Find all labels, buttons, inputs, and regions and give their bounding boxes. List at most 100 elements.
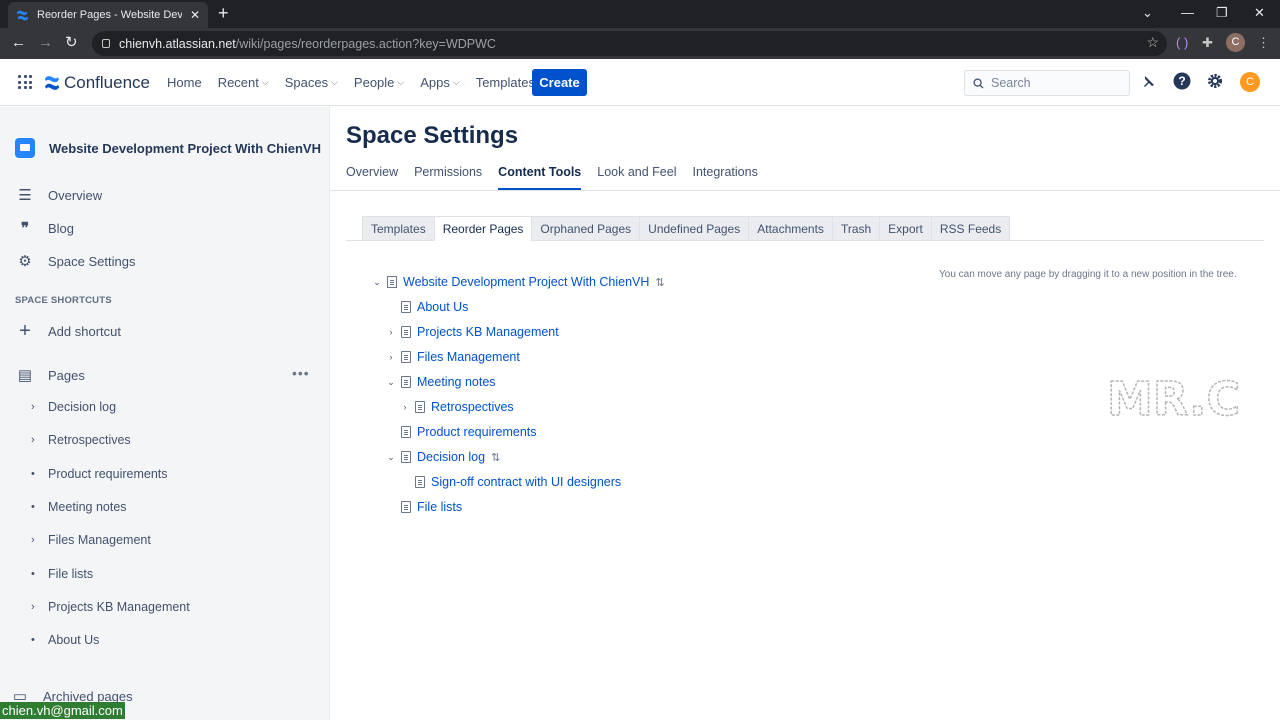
subtab-undefined-pages[interactable]: Undefined Pages [639, 216, 749, 241]
browser-tab[interactable]: Reorder Pages - Website Develop ✕ [8, 2, 208, 28]
create-button[interactable]: Create [532, 69, 587, 96]
sidebar-page-projects-kb-management[interactable]: › Projects KB Management [31, 600, 190, 614]
user-avatar[interactable]: C [1240, 72, 1260, 92]
close-tab-icon[interactable]: ✕ [190, 8, 200, 22]
notifications-icon[interactable] [1141, 73, 1157, 89]
space-name: Website Development Project With ChienVH [49, 140, 321, 156]
page-icon [401, 326, 411, 338]
back-icon[interactable]: ← [11, 34, 26, 52]
sidebar-page-decision-log[interactable]: › Decision log [31, 400, 116, 414]
subtab-templates[interactable]: Templates [362, 216, 434, 241]
tree-node-product-requirements[interactable]: Product requirements [387, 425, 537, 439]
tree-node-projects-kb-management[interactable]: › Projects KB Management [387, 325, 559, 339]
settings-gear-icon[interactable] [1206, 72, 1224, 90]
tree-node-decision-log[interactable]: ⌄ Decision log ⇅ [387, 450, 500, 464]
space-header[interactable]: Website Development Project With ChienVH [15, 138, 321, 158]
sidebar-page-meeting-notes[interactable]: • Meeting notes [31, 500, 127, 514]
page-icon [415, 401, 425, 413]
chevron-right-icon[interactable]: › [31, 601, 48, 613]
lock-icon [102, 39, 110, 48]
sidebar-item-pages[interactable]: ▤ Pages [16, 366, 85, 384]
tree-node-file-lists[interactable]: File lists [387, 500, 462, 514]
chevron-right-icon[interactable]: › [31, 401, 48, 413]
bookmark-star-icon[interactable]: ☆ [1146, 34, 1159, 51]
pages-icon: ▤ [17, 367, 33, 384]
browser-toolbar: ← → ↻ chienvh.atlassian.net/wiki/pages/r… [0, 28, 1280, 59]
browser-menu-icon[interactable]: ⋮ [1257, 35, 1270, 51]
chevron-down-icon: ⌵ [331, 77, 338, 87]
minimize-icon[interactable]: — [1181, 5, 1194, 20]
sidebar-page-retrospectives[interactable]: › Retrospectives [31, 433, 131, 447]
subtab-attachments[interactable]: Attachments [748, 216, 832, 241]
sidebar-page-file-lists[interactable]: • File lists [31, 567, 93, 581]
url-path: /wiki/pages/reorderpages.action?key=WDPW… [235, 36, 496, 51]
nav-recent[interactable]: Recent ⌵ [218, 75, 269, 90]
chevron-down-icon[interactable]: ⌄ [387, 377, 395, 388]
reorder-hint: You can move any page by dragging it to … [939, 269, 1237, 280]
chevron-right-icon[interactable]: › [31, 434, 48, 446]
nav-templates[interactable]: Templates [476, 75, 535, 90]
chevron-down-icon[interactable]: ⌄ [387, 452, 395, 463]
chevron-down-icon: ⌵ [261, 77, 269, 87]
add-shortcut-button[interactable]: + Add shortcut [16, 320, 121, 343]
window-close-icon[interactable]: ✕ [1254, 5, 1265, 21]
subtab-export[interactable]: Export [879, 216, 931, 241]
subtab-reorder-pages[interactable]: Reorder Pages [433, 216, 532, 241]
tree-node-sign-off-contract[interactable]: Sign-off contract with UI designers [401, 475, 621, 489]
more-options-icon[interactable]: ••• [292, 365, 310, 381]
extensions-puzzle-icon[interactable]: ✚ [1202, 35, 1213, 51]
tab-overview[interactable]: Overview [346, 165, 398, 190]
tab-permissions[interactable]: Permissions [414, 165, 482, 190]
bullet-icon: • [31, 468, 35, 480]
confluence-logo[interactable]: Confluence [44, 73, 150, 93]
address-bar[interactable]: chienvh.atlassian.net/wiki/pages/reorder… [92, 31, 1167, 56]
sidebar-item-space-settings[interactable]: ⚙ Space Settings [16, 252, 135, 270]
sort-alphabetical-icon[interactable]: ⇅ [491, 451, 500, 464]
search-placeholder: Search [991, 76, 1031, 90]
tree-node-retrospectives[interactable]: › Retrospectives [401, 400, 514, 414]
app-switcher-icon[interactable] [18, 75, 32, 89]
subtab-orphaned-pages[interactable]: Orphaned Pages [531, 216, 640, 241]
chevron-right-icon[interactable]: › [387, 352, 395, 362]
subtab-trash[interactable]: Trash [831, 216, 880, 241]
bullet-icon: • [31, 568, 35, 580]
confluence-logo-icon [44, 76, 60, 90]
overview-icon: ☰ [18, 187, 32, 204]
content-tools-subtabs: Templates Reorder Pages Orphaned Pages U… [362, 216, 1011, 241]
nav-apps[interactable]: Apps ⌵ [420, 75, 459, 90]
reload-icon[interactable]: ↻ [65, 34, 78, 52]
sidebar-page-files-management[interactable]: › Files Management [31, 533, 151, 547]
nav-people[interactable]: People ⌵ [354, 75, 404, 90]
sidebar-page-product-requirements[interactable]: • Product requirements [31, 467, 168, 481]
chevron-down-icon[interactable]: ⌄ [373, 277, 381, 288]
browser-profile-avatar[interactable]: C [1226, 33, 1245, 52]
new-tab-icon[interactable]: + [218, 4, 229, 22]
sidebar-item-overview[interactable]: ☰ Overview [16, 186, 102, 204]
tab-content-tools[interactable]: Content Tools [498, 165, 582, 190]
tab-search-icon[interactable]: ⌄ [1142, 5, 1153, 21]
nav-spaces[interactable]: Spaces ⌵ [285, 75, 338, 90]
search-input[interactable]: Search [964, 70, 1130, 96]
forward-icon[interactable]: → [38, 34, 53, 52]
watermark-logo: MR.C [1106, 371, 1240, 425]
gear-icon: ⚙ [18, 253, 32, 270]
sort-alphabetical-icon[interactable]: ⇅ [655, 276, 664, 289]
nav-home[interactable]: Home [167, 75, 202, 90]
tree-node-about-us[interactable]: About Us [387, 300, 468, 314]
help-icon[interactable]: ? [1173, 72, 1191, 90]
chevron-right-icon[interactable]: › [401, 402, 409, 412]
sidebar-page-about-us[interactable]: • About Us [31, 633, 99, 647]
chevron-right-icon[interactable]: › [387, 327, 395, 337]
tree-node-files-management[interactable]: › Files Management [387, 350, 520, 364]
extension-brackets-icon[interactable]: ( ) [1176, 35, 1188, 50]
subtab-rss-feeds[interactable]: RSS Feeds [930, 216, 1011, 241]
logo-text: Confluence [64, 73, 151, 92]
search-icon [973, 77, 984, 89]
tree-node-meeting-notes[interactable]: ⌄ Meeting notes [387, 375, 495, 389]
chevron-right-icon[interactable]: › [31, 534, 48, 546]
tree-node-root[interactable]: ⌄ Website Development Project With Chien… [373, 275, 664, 289]
restore-icon[interactable]: ❐ [1216, 5, 1228, 21]
tab-look-and-feel[interactable]: Look and Feel [597, 165, 676, 190]
sidebar-item-blog[interactable]: ❞ Blog [16, 219, 74, 237]
tab-integrations[interactable]: Integrations [693, 165, 758, 190]
